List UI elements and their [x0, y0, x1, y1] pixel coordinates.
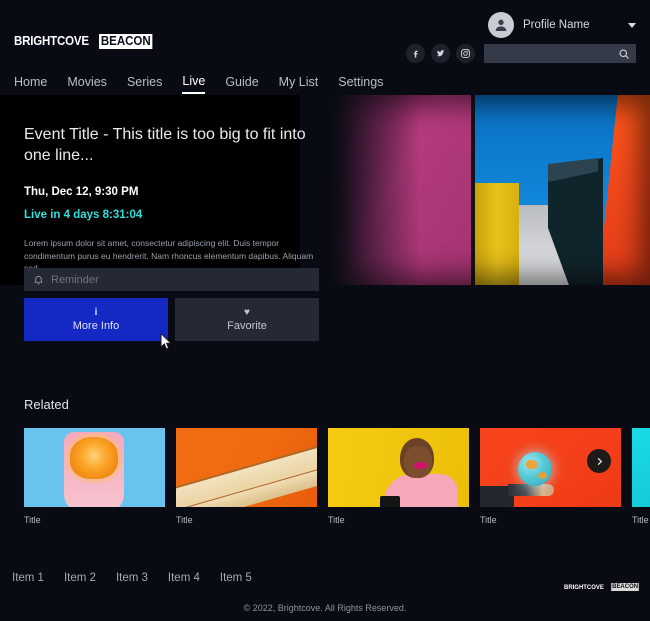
- more-info-button[interactable]: i More Info: [24, 298, 168, 341]
- footer-links: Item 1 Item 2 Item 3 Item 4 Item 5: [12, 572, 252, 584]
- nav-item-my-list[interactable]: My List: [279, 75, 319, 93]
- brand-logo-main: BRIGHTCOVE: [14, 34, 89, 48]
- thumbnail-image[interactable]: [176, 428, 317, 507]
- heart-icon: ♥: [244, 307, 250, 318]
- list-item-label: Title: [632, 515, 650, 523]
- nav-item-movies[interactable]: Movies: [67, 75, 107, 93]
- info-icon: i: [95, 307, 98, 318]
- list-item-label: Title: [176, 515, 317, 523]
- social-and-search: [406, 44, 636, 63]
- reminder-field[interactable]: [24, 268, 319, 291]
- related-heading: Related: [24, 397, 69, 412]
- favorite-button[interactable]: ♥ Favorite: [175, 298, 319, 341]
- thumb4-continent-a: [526, 460, 538, 469]
- search-box[interactable]: [484, 44, 636, 63]
- brand-logo[interactable]: BRIGHTCOVE BEACON: [14, 33, 158, 49]
- footer-link-item-3[interactable]: Item 3: [116, 572, 148, 584]
- nav-item-home[interactable]: Home: [14, 75, 47, 93]
- facebook-icon[interactable]: [406, 44, 425, 63]
- search-icon[interactable]: [618, 47, 630, 65]
- footer-brand-logo: BRIGHTCOVE BEACON: [564, 583, 640, 591]
- footer-link-item-1[interactable]: Item 1: [12, 572, 44, 584]
- list-item[interactable]: Title: [632, 428, 650, 523]
- footer-link-item-2[interactable]: Item 2: [64, 572, 96, 584]
- profile-menu[interactable]: Profile Name: [488, 12, 636, 38]
- thumbnail-image[interactable]: [632, 428, 650, 507]
- thumb4-globe: [518, 452, 552, 486]
- twitter-icon[interactable]: [431, 44, 450, 63]
- list-item[interactable]: Title: [24, 428, 165, 523]
- event-details: Event Title - This title is too big to f…: [24, 124, 324, 275]
- avatar: [488, 12, 514, 38]
- nav-item-guide[interactable]: Guide: [225, 75, 258, 93]
- thumb4-continent-b: [538, 472, 547, 479]
- action-buttons: i More Info ♥ Favorite: [24, 298, 319, 341]
- more-info-button-label: More Info: [73, 320, 119, 333]
- event-date: Thu, Dec 12, 9:30 PM: [24, 186, 324, 198]
- profile-name: Profile Name: [523, 19, 622, 31]
- related-rail[interactable]: Title Title Title: [24, 428, 650, 523]
- top-bar: BRIGHTCOVE BEACON Profile Name: [0, 0, 650, 95]
- user-avatar-icon: [493, 17, 509, 33]
- nav-item-live[interactable]: Live: [182, 74, 205, 94]
- app-root: BRIGHTCOVE BEACON Profile Name: [0, 0, 650, 621]
- reminder-input[interactable]: [51, 274, 319, 286]
- search-input[interactable]: [490, 48, 630, 59]
- list-item-label: Title: [480, 515, 621, 523]
- list-item-label: Title: [328, 515, 469, 523]
- list-item[interactable]: Title: [176, 428, 317, 523]
- live-countdown-badge: Live in 4 days 8:31:04: [24, 209, 324, 221]
- footer-logo-main: BRIGHTCOVE: [564, 584, 604, 591]
- chevron-down-icon[interactable]: [628, 23, 636, 28]
- brand-logo-badge: BEACON: [99, 34, 153, 49]
- chevron-right-icon: [594, 456, 605, 467]
- footer-logo-badge: BEACON: [611, 583, 639, 591]
- thumbnail-image[interactable]: [24, 428, 165, 507]
- thumb3-person-lips: [414, 462, 427, 469]
- copyright-text: © 2022, Brightcove. All Rights Reserved.: [0, 603, 650, 613]
- footer-link-item-5[interactable]: Item 5: [220, 572, 252, 584]
- favorite-button-label: Favorite: [227, 320, 267, 333]
- list-item[interactable]: Title: [480, 428, 621, 523]
- thumb4-hand: [508, 484, 554, 496]
- main-nav: Home Movies Series Live Guide My List Se…: [14, 74, 383, 94]
- list-item-label: Title: [24, 515, 165, 523]
- nav-item-settings[interactable]: Settings: [338, 75, 383, 93]
- rail-next-button[interactable]: [587, 449, 611, 473]
- bell-icon: [33, 274, 44, 285]
- thumb3-phone: [380, 496, 400, 507]
- thumb1-orange-slice: [70, 437, 118, 479]
- page-title: Event Title - This title is too big to f…: [24, 124, 324, 166]
- thumbnail-image[interactable]: [328, 428, 469, 507]
- nav-item-series[interactable]: Series: [127, 75, 162, 93]
- footer-link-item-4[interactable]: Item 4: [168, 572, 200, 584]
- list-item[interactable]: Title: [328, 428, 469, 523]
- instagram-icon[interactable]: [456, 44, 475, 63]
